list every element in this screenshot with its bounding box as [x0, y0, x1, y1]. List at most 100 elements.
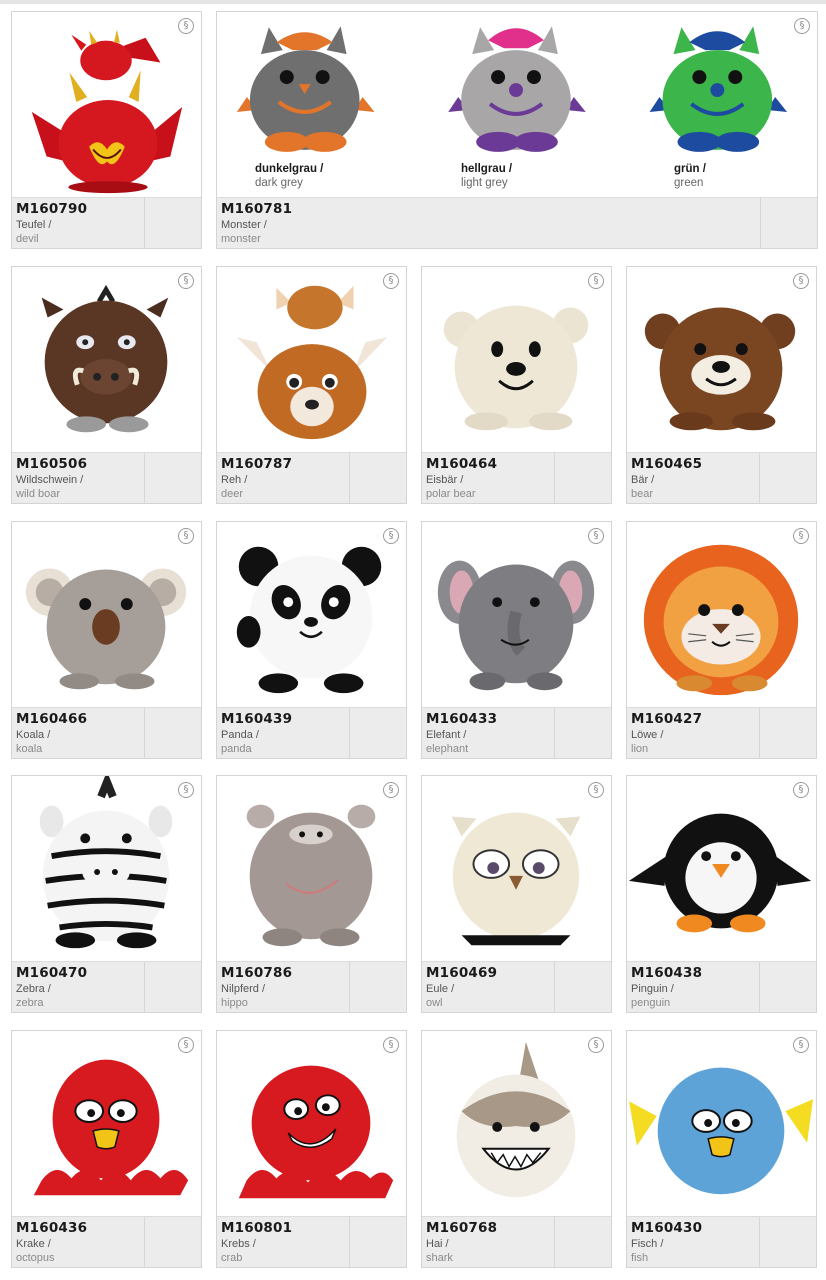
- zebra-plush-image: [12, 776, 201, 963]
- variant-name-de: grün /: [674, 163, 706, 175]
- product-code: M160466: [16, 711, 88, 727]
- product-card-fish[interactable]: § M160430 Fisch / fish: [626, 1030, 817, 1268]
- penguin-plush-image: [627, 776, 816, 963]
- product-card-bear[interactable]: § M160465 Bär / bear: [626, 266, 817, 504]
- product-code: M160790: [16, 201, 88, 217]
- product-name-en: devil: [16, 233, 39, 245]
- product-card-monster[interactable]: dunkelgrau / dark grey hellgrau / light …: [216, 11, 818, 249]
- product-card-owl[interactable]: § M160469 Eule / owl: [421, 775, 612, 1013]
- product-name-de: Krebs /: [221, 1238, 256, 1250]
- product-name-en: penguin: [631, 997, 671, 1009]
- product-code: M160427: [631, 711, 703, 727]
- product-card-crab[interactable]: § M160801 Krebs / crab: [216, 1030, 407, 1268]
- product-card-hippo[interactable]: § M160786 Nilpferd / hippo: [216, 775, 407, 1013]
- product-card-octopus[interactable]: § M160436 Krake / octopus: [11, 1030, 202, 1268]
- product-code: M160506: [16, 456, 88, 472]
- product-name-de: Eule /: [426, 983, 455, 995]
- variant-name-de: hellgrau /: [461, 163, 513, 175]
- product-card-deer[interactable]: § M160787 Reh / deer: [216, 266, 407, 504]
- product-info: M160438 Pinguin / penguin: [627, 961, 816, 1012]
- copyright-symbol-icon: §: [383, 782, 399, 798]
- product-info: M160466 Koala / koala: [12, 707, 201, 758]
- product-name-de: Koala /: [16, 729, 51, 741]
- product-card-elephant[interactable]: § M160433 Elefant / elephant: [421, 521, 612, 759]
- variant-name-en: light grey: [461, 177, 508, 189]
- copyright-symbol-icon: §: [588, 528, 604, 544]
- product-info: M160465 Bär / bear: [627, 452, 816, 503]
- product-card-wild-boar[interactable]: § M160506 Wildschwein / wild boar: [11, 266, 202, 504]
- product-name-en: polar bear: [426, 488, 476, 500]
- copyright-symbol-icon: §: [178, 782, 194, 798]
- product-card-polar-bear[interactable]: § M160464 Eisbär / polar bear: [421, 266, 612, 504]
- product-name-de: Wildschwein /: [16, 474, 84, 486]
- product-info: M160469 Eule / owl: [422, 961, 611, 1012]
- product-name-de: Teufel /: [16, 219, 52, 231]
- copyright-symbol-icon: §: [178, 528, 194, 544]
- product-name-en: bear: [631, 488, 654, 500]
- product-card-panda[interactable]: § M160439 Panda / panda: [216, 521, 407, 759]
- owl-plush-image: [422, 776, 611, 963]
- product-code: M160786: [221, 965, 293, 981]
- product-info: M160439 Panda / panda: [217, 707, 406, 758]
- product-info: M160786 Nilpferd / hippo: [217, 961, 406, 1012]
- product-card-zebra[interactable]: § M160470 Zebra / zebra: [11, 775, 202, 1013]
- product-name-de: Löwe /: [631, 729, 664, 741]
- product-name-en: wild boar: [16, 488, 61, 500]
- product-name-de: Eisbär /: [426, 474, 464, 486]
- product-name-de: Reh /: [221, 474, 248, 486]
- koala-plush-image: [12, 522, 201, 709]
- product-name-en: owl: [426, 997, 443, 1009]
- product-name-de: Nilpferd /: [221, 983, 266, 995]
- product-code: M160433: [426, 711, 498, 727]
- variant-name-de: dunkelgrau /: [255, 163, 324, 175]
- product-info: M160430 Fisch / fish: [627, 1216, 816, 1267]
- crab-plush-image: [217, 1031, 406, 1218]
- polar-bear-plush-image: [422, 267, 611, 454]
- product-code: M160469: [426, 965, 498, 981]
- product-card-koala[interactable]: § M160466 Koala / koala: [11, 521, 202, 759]
- product-code: M160464: [426, 456, 498, 472]
- variant-green: grün / green: [674, 162, 706, 190]
- variant-name-en: green: [674, 177, 704, 189]
- product-info: M160787 Reh / deer: [217, 452, 406, 503]
- copyright-symbol-icon: §: [178, 18, 194, 34]
- product-name-de: Monster /: [221, 219, 267, 231]
- product-info: M160464 Eisbär / polar bear: [422, 452, 611, 503]
- panda-plush-image: [217, 522, 406, 709]
- top-divider: [0, 0, 826, 4]
- product-info: M160768 Hai / shark: [422, 1216, 611, 1267]
- product-name-en: octopus: [16, 1252, 55, 1264]
- product-card-lion[interactable]: § M160427 Löwe / lion: [626, 521, 817, 759]
- wild-boar-plush-image: [12, 267, 201, 454]
- product-info: M160427 Löwe / lion: [627, 707, 816, 758]
- product-card-penguin[interactable]: § M160438 Pinguin / penguin: [626, 775, 817, 1013]
- copyright-symbol-icon: §: [588, 1037, 604, 1053]
- product-code: M160781: [221, 201, 293, 217]
- copyright-symbol-icon: §: [793, 782, 809, 798]
- bear-plush-image: [627, 267, 816, 454]
- product-card-shark[interactable]: § M160768 Hai / shark: [421, 1030, 612, 1268]
- variant-light-grey: hellgrau / light grey: [461, 162, 512, 190]
- product-info: M160781 Monster / monster: [217, 197, 817, 248]
- product-code: M160439: [221, 711, 293, 727]
- product-info: M160506 Wildschwein / wild boar: [12, 452, 201, 503]
- product-info: M160436 Krake / octopus: [12, 1216, 201, 1267]
- product-name-en: monster: [221, 233, 261, 245]
- copyright-symbol-icon: §: [383, 1037, 399, 1053]
- product-name-en: fish: [631, 1252, 649, 1264]
- product-card-devil[interactable]: § M160790 Teufel / devil: [11, 11, 202, 249]
- copyright-symbol-icon: §: [793, 528, 809, 544]
- product-code: M160465: [631, 456, 703, 472]
- copyright-symbol-icon: §: [794, 18, 810, 34]
- copyright-symbol-icon: §: [793, 1037, 809, 1053]
- product-info: M160801 Krebs / crab: [217, 1216, 406, 1267]
- copyright-symbol-icon: §: [178, 273, 194, 289]
- product-name-en: zebra: [16, 997, 44, 1009]
- product-code: M160436: [16, 1220, 88, 1236]
- product-info: M160790 Teufel / devil: [12, 197, 201, 248]
- product-code: M160430: [631, 1220, 703, 1236]
- product-name-en: elephant: [426, 743, 469, 755]
- product-code: M160438: [631, 965, 703, 981]
- product-code: M160801: [221, 1220, 293, 1236]
- product-name-de: Hai /: [426, 1238, 449, 1250]
